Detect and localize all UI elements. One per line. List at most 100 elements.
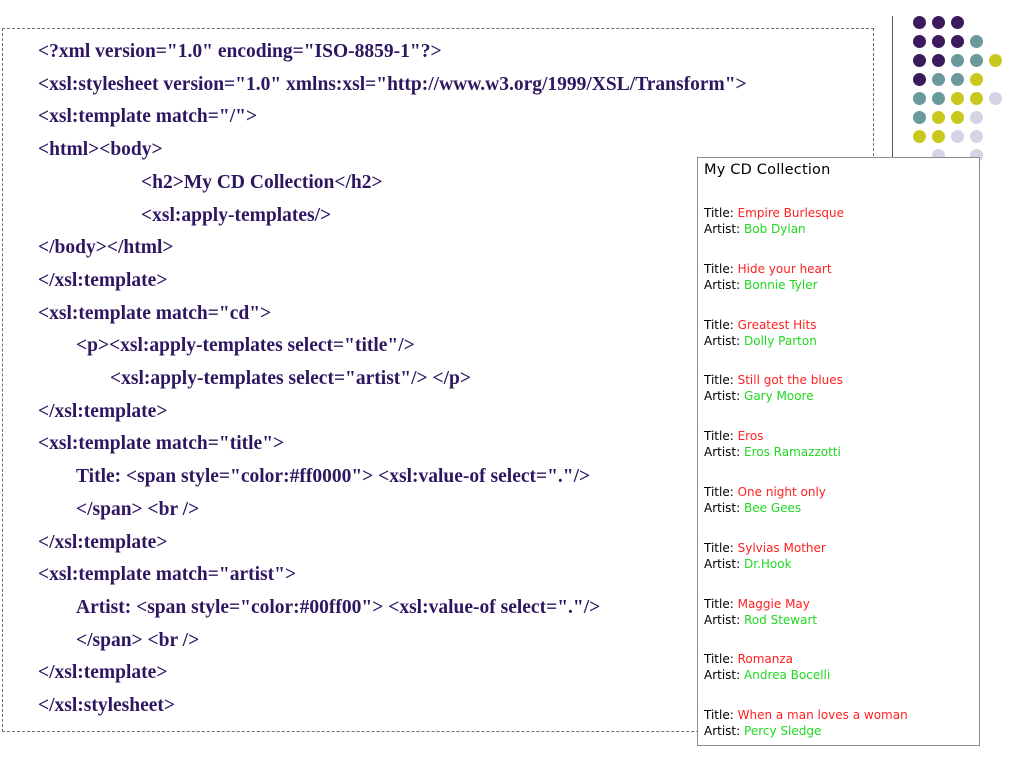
decorative-dot	[970, 35, 983, 48]
cd-artist: Rod Stewart	[744, 612, 818, 627]
cd-entry: Title: When a man loves a woman Artist: …	[704, 707, 908, 763]
cd-title: When a man loves a woman	[737, 708, 908, 723]
decorative-dot	[932, 73, 945, 86]
artist-label: Artist:	[704, 222, 741, 236]
title-label: Title:	[704, 429, 734, 444]
cd-title: One night only	[737, 484, 826, 499]
code-line: Artist: <span style="color:#00ff00"> <xs…	[76, 596, 601, 618]
cd-artist: Bee Gees	[744, 500, 802, 515]
cd-entry: Title: Empire Burlesque Artist: Bob Dyla…	[704, 205, 908, 261]
title-label: Title:	[704, 373, 734, 388]
title-label: Title:	[704, 652, 734, 667]
title-label: Title:	[704, 708, 734, 723]
output-heading: My CD Collection	[704, 162, 831, 178]
cd-title: Empire Burlesque	[737, 206, 845, 220]
cd-artist: Dr.Hook	[744, 556, 792, 571]
code-line: </xsl:stylesheet>	[38, 695, 176, 717]
decorative-dot	[970, 73, 983, 86]
title-label: Title:	[704, 317, 734, 332]
decorative-dot	[913, 92, 926, 105]
cd-entry: Title: Hide your heart Artist: Bonnie Ty…	[704, 261, 908, 317]
code-line: </xsl:template>	[38, 400, 168, 422]
decorative-dot	[951, 130, 964, 143]
decorative-dot	[970, 111, 983, 124]
code-line: <xsl:template match="cd">	[38, 302, 272, 324]
code-line: </span> <br />	[76, 498, 200, 520]
code-line: </xsl:template>	[38, 269, 168, 291]
decorative-dot	[913, 54, 926, 67]
artist-label: Artist:	[704, 277, 741, 292]
decorative-dot	[951, 111, 964, 124]
code-line: <xsl:template match="/">	[38, 106, 258, 128]
decorative-dot	[970, 54, 983, 67]
decorative-dot-grid	[913, 16, 1013, 166]
decorative-dot	[932, 111, 945, 124]
decorative-dot	[932, 35, 945, 48]
artist-label: Artist:	[704, 445, 741, 460]
title-label: Title:	[704, 484, 734, 499]
cd-title: Maggie May	[737, 596, 810, 611]
cd-artist: Dolly Parton	[744, 333, 817, 348]
decorative-dot	[913, 73, 926, 86]
decorative-dot	[951, 92, 964, 105]
cd-list: Title: Empire Burlesque Artist: Bob Dyla…	[704, 205, 908, 763]
decorative-dot	[989, 92, 1002, 105]
title-label: Title:	[704, 596, 734, 611]
code-line: <xsl:template match="artist">	[38, 564, 297, 586]
decorative-dot	[970, 130, 983, 143]
cd-artist: Gary Moore	[744, 389, 814, 404]
code-line: </span> <br />	[76, 629, 200, 651]
cd-title: Still got the blues	[737, 373, 843, 388]
decorative-dot	[932, 130, 945, 143]
cd-entry: Title: One night only Artist: Bee Gees	[704, 484, 908, 540]
code-line: </xsl:template>	[38, 531, 168, 553]
cd-entry: Title: Maggie May Artist: Rod Stewart	[704, 596, 908, 652]
decorative-dot	[913, 16, 926, 29]
code-line: Title: <span style="color:#ff0000"> <xsl…	[76, 466, 591, 488]
decorative-dot	[989, 54, 1002, 67]
cd-entry: Title: Greatest Hits Artist: Dolly Parto…	[704, 317, 908, 373]
artist-label: Artist:	[704, 556, 741, 571]
decorative-dot	[913, 35, 926, 48]
decorative-dot	[932, 16, 945, 29]
decorative-dot	[913, 111, 926, 124]
code-line: <xsl:apply-templates/>	[141, 204, 332, 226]
xsl-code-listing: <?xml version="1.0" encoding="ISO-8859-1…	[38, 36, 747, 723]
cd-title: Romanza	[737, 652, 794, 667]
decorative-dot	[913, 130, 926, 143]
cd-entry: Title: Romanza Artist: Andrea Bocelli	[704, 651, 908, 707]
decorative-dot	[970, 92, 983, 105]
decorative-dot	[951, 16, 964, 29]
code-line: <xsl:stylesheet version="1.0" xmlns:xsl=…	[38, 73, 747, 95]
decorative-dot	[951, 54, 964, 67]
cd-entry: Title: Sylvias Mother Artist: Dr.Hook	[704, 540, 908, 596]
decorative-dot	[932, 54, 945, 67]
cd-artist: Andrea Bocelli	[744, 668, 831, 683]
decorative-dot	[951, 35, 964, 48]
cd-entry: Title: Eros Artist: Eros Ramazzotti	[704, 428, 908, 484]
cd-entry: Title: Still got the blues Artist: Gary …	[704, 372, 908, 428]
cd-title: Hide your heart	[737, 261, 832, 276]
code-line: <html><body>	[38, 139, 163, 161]
code-line: </body></html>	[38, 237, 174, 259]
decorative-dot	[932, 92, 945, 105]
artist-label: Artist:	[704, 333, 741, 348]
cd-artist: Eros Ramazzotti	[744, 445, 841, 460]
artist-label: Artist:	[704, 500, 741, 515]
code-line: <?xml version="1.0" encoding="ISO-8859-1…	[38, 41, 442, 62]
cd-artist: Bonnie Tyler	[744, 277, 818, 292]
title-label: Title:	[704, 206, 734, 220]
title-label: Title:	[704, 261, 734, 276]
title-label: Title:	[704, 540, 734, 555]
decorative-dot	[951, 73, 964, 86]
cd-artist: Bob Dylan	[744, 222, 806, 236]
browser-output-window: My CD Collection Title: Empire Burlesque…	[697, 157, 980, 746]
code-line: </xsl:template>	[38, 662, 168, 684]
artist-label: Artist:	[704, 612, 741, 627]
artist-label: Artist:	[704, 724, 741, 739]
code-line: <xsl:template match="title">	[38, 433, 285, 455]
code-line: <xsl:apply-templates select="artist"/> <…	[110, 368, 471, 390]
cd-title: Eros	[737, 429, 764, 444]
cd-artist: Percy Sledge	[744, 724, 822, 739]
artist-label: Artist:	[704, 668, 741, 683]
